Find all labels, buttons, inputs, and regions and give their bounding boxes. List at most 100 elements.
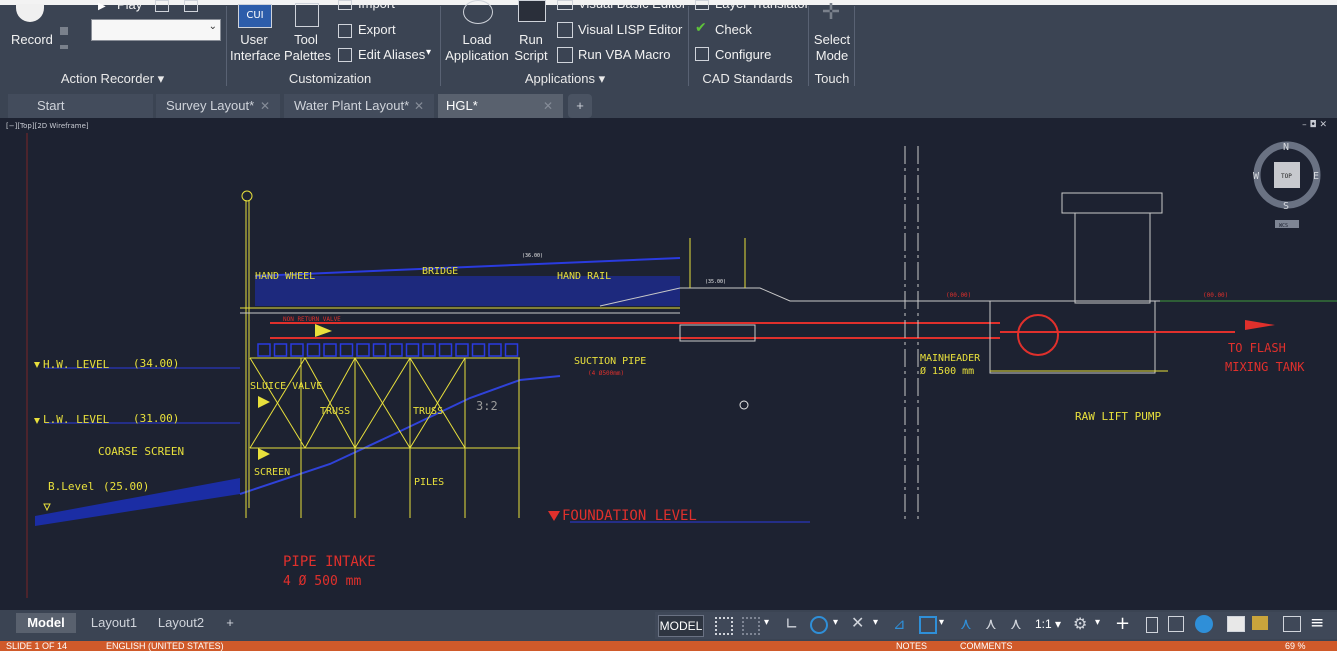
- tool-palettes-icon[interactable]: [295, 3, 319, 27]
- grid-icon[interactable]: [715, 617, 733, 635]
- viewcube-top-label[interactable]: TOP: [1281, 173, 1292, 180]
- vba-macro-icon[interactable]: [557, 47, 573, 63]
- model-space-button[interactable]: MODEL: [658, 615, 704, 637]
- lineweight-icon[interactable]: ⊿: [893, 615, 906, 633]
- viewport-label[interactable]: [−][Top][2D Wireframe]: [6, 122, 89, 130]
- tab-label: Start: [37, 98, 65, 113]
- export-icon[interactable]: [338, 24, 352, 38]
- export-button[interactable]: Export: [358, 22, 396, 37]
- action-recorder-group-label[interactable]: Action Recorder ▾: [35, 71, 190, 87]
- chevron-down-icon[interactable]: ▾: [939, 617, 944, 628]
- lock-ui-icon[interactable]: [1146, 617, 1158, 633]
- applications-group-label[interactable]: Applications ▾: [500, 71, 630, 87]
- play-icon[interactable]: ▶: [98, 1, 106, 12]
- small-icon-2[interactable]: [60, 45, 68, 49]
- user-interface-button[interactable]: User Interface: [230, 32, 281, 64]
- visual-basic-editor-button[interactable]: Visual Basic Editor: [578, 0, 686, 11]
- edit-aliases-button[interactable]: Edit Aliases: [358, 47, 425, 62]
- select-mode-icon[interactable]: ✛: [818, 2, 844, 24]
- run-vba-macro-button[interactable]: Run VBA Macro: [578, 47, 671, 62]
- fullscreen-icon[interactable]: [1283, 616, 1301, 632]
- check-icon[interactable]: ✔: [695, 20, 707, 36]
- check-button[interactable]: Check: [715, 22, 752, 37]
- annotation-visibility-icon[interactable]: ⋏: [985, 614, 997, 633]
- close-icon[interactable]: ✕: [260, 94, 270, 118]
- chevron-down-icon[interactable]: ▾: [833, 617, 838, 628]
- close-icon[interactable]: ✕: [414, 94, 424, 118]
- tab-start[interactable]: Start: [8, 94, 153, 118]
- annotation-icon[interactable]: ⋏: [960, 614, 972, 633]
- close-icon[interactable]: ✕: [543, 94, 553, 118]
- wcs-label[interactable]: WCS: [1279, 223, 1288, 229]
- transparency-icon[interactable]: [919, 616, 937, 634]
- record-button[interactable]: Record: [11, 32, 53, 47]
- clean-screen-icon[interactable]: [1227, 616, 1245, 632]
- polar-icon[interactable]: [810, 616, 828, 634]
- import-button[interactable]: Import: [358, 0, 395, 11]
- annotation-scale-dropdown[interactable]: 1:1 ▾: [1035, 617, 1061, 631]
- viewcube-west-label[interactable]: W: [1253, 171, 1260, 182]
- tab-survey-layout[interactable]: Survey Layout* ✕: [156, 94, 280, 118]
- layer-translator-icon[interactable]: [695, 0, 709, 10]
- touch-group-label: Touch: [814, 71, 850, 86]
- small-icon-1[interactable]: [60, 27, 68, 35]
- comments-button[interactable]: COMMENTS: [960, 641, 1013, 651]
- layout-tab-model[interactable]: Model: [16, 613, 76, 633]
- chevron-down-icon[interactable]: ▾: [873, 617, 878, 628]
- ortho-icon[interactable]: ∟: [785, 614, 798, 633]
- viewcube-south-label[interactable]: S: [1283, 201, 1289, 212]
- load-application-button[interactable]: Load Application: [444, 32, 510, 64]
- vba-icon[interactable]: [557, 0, 573, 10]
- presentation-status-bar: SLIDE 1 OF 14 ENGLISH (UNITED STATES) NO…: [0, 641, 1337, 651]
- import-icon[interactable]: [338, 0, 352, 10]
- play-button[interactable]: Play: [117, 0, 142, 12]
- flow-arrow-icon: [315, 324, 332, 337]
- lisp-icon[interactable]: [557, 22, 573, 38]
- viewcube-north-label[interactable]: N: [1283, 142, 1289, 153]
- beam-cell: [389, 343, 403, 357]
- properties-icon[interactable]: [1252, 616, 1268, 630]
- macro-icon[interactable]: [184, 0, 198, 12]
- drawing-viewport[interactable]: H.W. LEVEL (34.00) L.W. LEVEL (31.00) CO…: [0, 118, 1337, 610]
- run-script-button[interactable]: Run Script: [512, 32, 550, 64]
- viewcube-east-label[interactable]: E: [1313, 171, 1319, 182]
- zoom-level[interactable]: 69 %: [1285, 641, 1306, 651]
- record-icon[interactable]: [16, 4, 44, 22]
- tab-hgl[interactable]: HGL* ✕: [438, 94, 563, 118]
- beam-cell: [372, 343, 387, 357]
- new-tab-button[interactable]: +: [568, 94, 592, 118]
- hardware-accel-icon[interactable]: [1195, 615, 1213, 633]
- layout-tab-layout2[interactable]: Layout2: [150, 613, 212, 633]
- layer-translator-button[interactable]: Layer Translator: [715, 0, 809, 11]
- snap-icon[interactable]: [742, 617, 760, 635]
- load-application-icon[interactable]: [463, 0, 493, 24]
- configure-icon[interactable]: [695, 47, 709, 61]
- annotation-scale-icon[interactable]: ⋏: [1010, 614, 1022, 633]
- isolate-icon[interactable]: [1168, 616, 1184, 632]
- configure-button[interactable]: Configure: [715, 47, 771, 62]
- edit-aliases-icon[interactable]: [338, 48, 352, 62]
- menu-icon[interactable]: ≡: [1310, 613, 1324, 633]
- chevron-down-icon[interactable]: ▾: [764, 617, 769, 628]
- macro-dropdown[interactable]: ⌄: [91, 19, 221, 41]
- tab-water-plant-layout[interactable]: Water Plant Layout* ✕: [284, 94, 434, 118]
- notes-button[interactable]: NOTES: [896, 641, 927, 651]
- osnap-icon[interactable]: ✕: [851, 613, 864, 632]
- record-settings-icon[interactable]: [155, 0, 169, 12]
- select-mode-button[interactable]: Select Mode: [812, 32, 852, 64]
- run-script-icon[interactable]: [518, 0, 546, 22]
- viewport-controls[interactable]: – ◘ ✕: [1302, 120, 1327, 130]
- cad-drawing[interactable]: H.W. LEVEL (34.00) L.W. LEVEL (31.00) CO…: [0, 118, 1337, 610]
- plus-icon[interactable]: +: [1115, 613, 1130, 634]
- lamp-icon: [241, 190, 253, 202]
- beam-cell: [471, 343, 486, 357]
- layout-tab-layout1[interactable]: Layout1: [84, 613, 144, 633]
- gear-icon[interactable]: ⚙: [1073, 614, 1087, 633]
- b-level-value: (25.00): [103, 480, 149, 493]
- cui-icon[interactable]: CUI: [238, 4, 272, 28]
- chevron-down-icon[interactable]: ▾: [426, 47, 431, 58]
- add-layout-button[interactable]: +: [220, 613, 240, 633]
- tool-palettes-button[interactable]: Tool Palettes: [284, 32, 331, 64]
- chevron-down-icon[interactable]: ▾: [1095, 617, 1100, 628]
- visual-lisp-editor-button[interactable]: Visual LISP Editor: [578, 22, 682, 37]
